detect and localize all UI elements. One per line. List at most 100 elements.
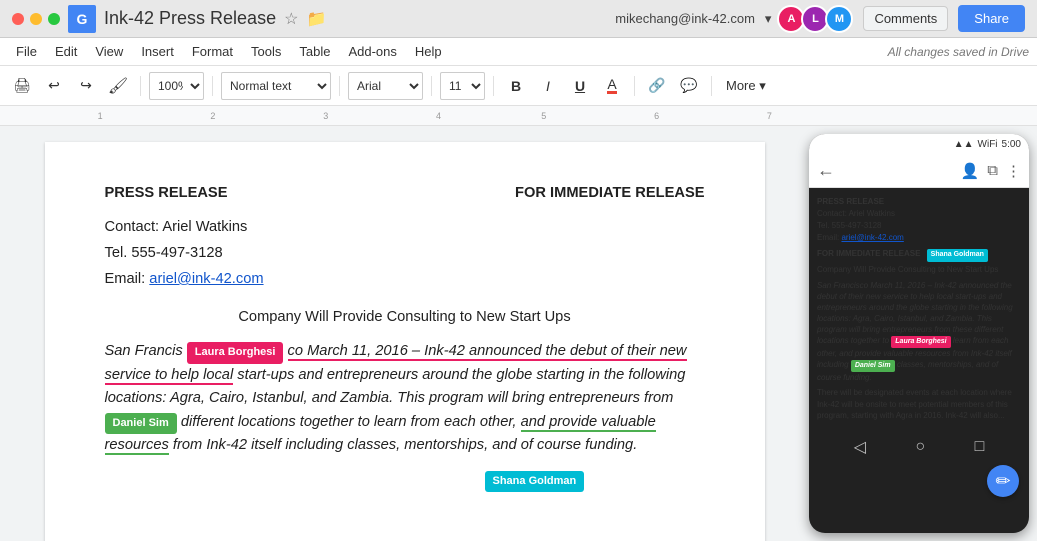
- folder-icon[interactable]: 📁: [306, 9, 326, 29]
- print-button[interactable]: 🖨: [8, 72, 36, 100]
- phone-copy-icon[interactable]: ⧉: [987, 162, 998, 180]
- ruler-mark-2: 2: [210, 111, 215, 121]
- phone-shana-bubble: Shana Goldman: [927, 249, 988, 262]
- toolbar: 🖨 ↩ ↪ 🖌 100% Normal text Arial 11 B I U …: [0, 66, 1037, 106]
- menu-format[interactable]: Format: [184, 42, 241, 61]
- ruler-mark-7: 7: [767, 111, 772, 121]
- menu-addons[interactable]: Add-ons: [340, 42, 404, 61]
- ruler-mark-4: 4: [436, 111, 441, 121]
- contact-name: Contact: Ariel Watkins: [105, 216, 705, 238]
- paint-format-button[interactable]: 🖌: [104, 72, 132, 100]
- comment-button[interactable]: 💬: [675, 72, 703, 100]
- contact-email-link[interactable]: ariel@ink-42.com: [149, 271, 263, 287]
- phone-contact: Contact: Ariel Watkins: [817, 208, 1021, 220]
- phone-nav-square[interactable]: □: [975, 438, 985, 456]
- phone-email: Email: ariel@ink-42.com: [817, 232, 1021, 244]
- divider-7: [711, 76, 712, 96]
- phone-email-link[interactable]: ariel@ink-42.com: [841, 233, 903, 242]
- star-icon[interactable]: ☆: [284, 9, 298, 29]
- divider-3: [339, 76, 340, 96]
- doc-title[interactable]: Ink-42 Press Release: [104, 8, 276, 29]
- autosave-status: All changes saved in Drive: [888, 45, 1029, 59]
- menu-tools[interactable]: Tools: [243, 42, 289, 61]
- font-select[interactable]: Arial: [348, 72, 423, 100]
- daniel-sim-bubble[interactable]: Daniel Sim: [105, 413, 177, 435]
- traffic-lights: [12, 13, 60, 25]
- ruler: 1 2 3 4 5 6 7: [0, 106, 1037, 126]
- menu-view[interactable]: View: [87, 42, 131, 61]
- phone-back-button[interactable]: ←: [817, 160, 835, 181]
- ruler-mark-5: 5: [541, 111, 546, 121]
- user-area: mikechang@ink-42.com ▾ A L M Comments Sh…: [615, 5, 1025, 33]
- phone-fab[interactable]: ✏: [987, 465, 1019, 497]
- divider-4: [431, 76, 432, 96]
- phone-body2: There will be designated events at each …: [817, 387, 1021, 421]
- ruler-mark-1: 1: [98, 111, 103, 121]
- phone-top-bar: ← 👤 ⧉ ⋮: [809, 154, 1029, 188]
- italic-button[interactable]: I: [534, 72, 562, 100]
- maximize-button[interactable]: [48, 13, 60, 25]
- bold-button[interactable]: B: [502, 72, 530, 100]
- for-immediate-label: FOR IMMEDIATE RELEASE: [515, 182, 704, 204]
- phone-status-bar: ▲▲ WiFi 5:00: [809, 134, 1029, 154]
- document-page[interactable]: PRESS RELEASE FOR IMMEDIATE RELEASE Cont…: [45, 142, 765, 541]
- phone-person-icon[interactable]: 👤: [961, 162, 980, 180]
- google-docs-icon: G: [68, 5, 96, 33]
- menubar: File Edit View Insert Format Tools Table…: [0, 38, 1037, 66]
- minimize-button[interactable]: [30, 13, 42, 25]
- close-button[interactable]: [12, 13, 24, 25]
- phone-doc-content: PRESS RELEASE Contact: Ariel Watkins Tel…: [809, 188, 1029, 429]
- phone-tel: Tel. 555-497-3128: [817, 220, 1021, 232]
- undo-button[interactable]: ↩: [40, 72, 68, 100]
- title-icons: ☆ 📁: [284, 9, 326, 29]
- document-area: PRESS RELEASE FOR IMMEDIATE RELEASE Cont…: [0, 126, 1037, 541]
- divider-6: [634, 76, 635, 96]
- comments-button[interactable]: Comments: [863, 6, 948, 31]
- zoom-select[interactable]: 100%: [149, 72, 204, 100]
- divider-5: [493, 76, 494, 96]
- contact-email-line: Email: ariel@ink-42.com: [105, 268, 705, 290]
- menu-table[interactable]: Table: [291, 42, 338, 61]
- menu-file[interactable]: File: [8, 42, 45, 61]
- divider-2: [212, 76, 213, 96]
- app-title-area: G Ink-42 Press Release ☆ 📁: [68, 5, 607, 33]
- ruler-mark-3: 3: [323, 111, 328, 121]
- user-email: mikechang@ink-42.com: [615, 11, 755, 26]
- user-avatars: A L M: [781, 5, 853, 33]
- phone-nav-bar: ◁ ○ □: [809, 429, 1029, 465]
- share-button[interactable]: Share: [958, 5, 1025, 32]
- phone-nav-home[interactable]: ○: [915, 438, 925, 456]
- menu-edit[interactable]: Edit: [47, 42, 85, 61]
- subheading: Company Will Provide Consulting to New S…: [105, 306, 705, 328]
- phone-daniel-bubble: Daniel Sim: [851, 360, 895, 372]
- phone-laura-bubble: Laura Borghesi: [891, 336, 950, 348]
- laura-borghesi-bubble[interactable]: Laura Borghesi: [187, 342, 284, 364]
- phone-time: 5:00: [1002, 139, 1021, 150]
- redo-button[interactable]: ↪: [72, 72, 100, 100]
- shana-goldman-bubble[interactable]: Shana Goldman: [485, 471, 585, 492]
- more-button[interactable]: More ▾: [720, 72, 772, 100]
- phone-nav-back[interactable]: ◁: [854, 437, 866, 457]
- ruler-mark-6: 6: [654, 111, 659, 121]
- phone-subheading: Company Will Provide Consulting to New S…: [817, 264, 1021, 276]
- phone-top-icons: 👤 ⧉ ⋮: [961, 162, 1021, 180]
- ruler-inner: 1 2 3 4 5 6 7: [60, 106, 812, 125]
- titlebar: G Ink-42 Press Release ☆ 📁 mikechang@ink…: [0, 0, 1037, 38]
- text-color-button[interactable]: A: [598, 72, 626, 100]
- divider-1: [140, 76, 141, 96]
- page-container: PRESS RELEASE FOR IMMEDIATE RELEASE Cont…: [0, 126, 809, 541]
- phone-body: San Francisco March 11, 2016 – Ink-42 an…: [817, 280, 1021, 384]
- style-select[interactable]: Normal text: [221, 72, 331, 100]
- size-select[interactable]: 11: [440, 72, 485, 100]
- press-release-header: PRESS RELEASE FOR IMMEDIATE RELEASE: [105, 182, 705, 204]
- menu-insert[interactable]: Insert: [133, 42, 182, 61]
- email-arrow-icon: ▾: [765, 11, 772, 27]
- phone-wifi-icon: WiFi: [978, 139, 998, 150]
- press-release-label: PRESS RELEASE: [105, 182, 228, 204]
- link-button[interactable]: 🔗: [643, 72, 671, 100]
- underline-button[interactable]: U: [566, 72, 594, 100]
- phone-more-icon[interactable]: ⋮: [1006, 162, 1021, 180]
- avatar-3: M: [825, 5, 853, 33]
- contact-tel: Tel. 555-497-3128: [105, 242, 705, 264]
- menu-help[interactable]: Help: [407, 42, 450, 61]
